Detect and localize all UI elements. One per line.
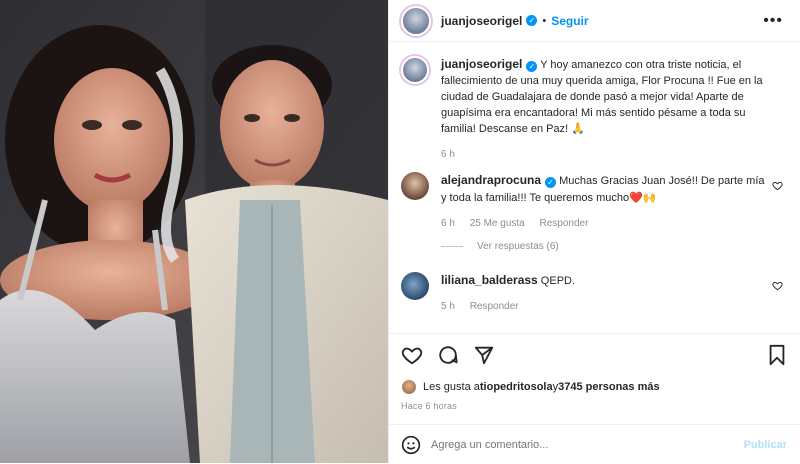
header-separator: • bbox=[542, 14, 547, 27]
emoji-icon[interactable] bbox=[401, 435, 421, 455]
post-actions: Les gusta a tiopedritosola y 3745 person… bbox=[389, 333, 800, 463]
caption-author-avatar[interactable] bbox=[401, 56, 429, 84]
commenter-username[interactable]: liliana_balderass bbox=[441, 273, 538, 287]
post-header: juanjoseorigel ✓ • Seguir ••• bbox=[389, 0, 800, 42]
comment-input[interactable] bbox=[431, 438, 731, 451]
view-replies-label[interactable]: Ver respuestas (6) bbox=[477, 241, 559, 252]
post-photo[interactable] bbox=[0, 0, 388, 463]
heart-icon[interactable] bbox=[772, 180, 783, 191]
post-caption: juanjoseorigel ✓ Y hoy amanezco con otra … bbox=[401, 56, 791, 163]
reply-button[interactable]: Responder bbox=[540, 218, 589, 229]
bookmark-icon[interactable] bbox=[767, 344, 787, 366]
post-window: juanjoseorigel ✓ • Seguir ••• juanjoseor… bbox=[0, 0, 800, 463]
more-icon[interactable]: ••• bbox=[763, 12, 783, 30]
comment-item: alejandraprocuna ✓ Muchas Gracias Juan Jo… bbox=[401, 172, 791, 232]
commenter-avatar[interactable] bbox=[401, 272, 429, 300]
comment-meta: 6 h 25 Me gusta Responder bbox=[441, 215, 771, 232]
commenter-avatar[interactable] bbox=[401, 172, 429, 200]
caption-time[interactable]: 6 h bbox=[441, 147, 781, 163]
liker-username[interactable]: tiopedritosola bbox=[480, 381, 553, 393]
comment-body: alejandraprocuna ✓ Muchas Gracias Juan Jo… bbox=[441, 172, 771, 232]
add-comment-bar: Publicar bbox=[389, 424, 800, 464]
likes-prefix: Les gusta a bbox=[423, 381, 480, 393]
verified-icon: ✓ bbox=[526, 15, 538, 26]
heart-icon[interactable] bbox=[772, 280, 783, 291]
verified-icon: ✓ bbox=[545, 177, 557, 188]
reply-button[interactable]: Responder bbox=[470, 301, 519, 312]
follow-button[interactable]: Seguir bbox=[551, 14, 588, 28]
caption-body: juanjoseorigel ✓ Y hoy amanezco con otra … bbox=[441, 56, 781, 163]
comment-body: liliana_balderass QEPD. 5 h Responder bbox=[441, 272, 771, 315]
comment-time[interactable]: 6 h bbox=[441, 218, 455, 229]
comment-likes[interactable]: 25 Me gusta bbox=[470, 218, 525, 229]
post-timestamp[interactable]: Hace 6 horas bbox=[401, 401, 457, 411]
likes-summary: Les gusta a tiopedritosola y 3745 person… bbox=[401, 379, 660, 395]
author-avatar[interactable] bbox=[401, 5, 431, 36]
post-side-panel: juanjoseorigel ✓ • Seguir ••• juanjoseor… bbox=[388, 0, 800, 463]
photo-illustration bbox=[0, 0, 388, 463]
comment-item: liliana_balderass QEPD. 5 h Responder bbox=[401, 272, 791, 315]
likes-count[interactable]: 3745 personas más bbox=[558, 381, 660, 393]
commenter-username[interactable]: alejandraprocuna bbox=[441, 173, 541, 187]
liker-avatar[interactable] bbox=[401, 379, 417, 395]
comment-text: QEPD. bbox=[540, 275, 576, 287]
action-icons bbox=[401, 344, 495, 366]
comment-meta: 5 h Responder bbox=[441, 298, 771, 315]
comment-time[interactable]: 5 h bbox=[441, 301, 455, 312]
caption-author-username[interactable]: juanjoseorigel bbox=[441, 57, 522, 71]
author-info: juanjoseorigel ✓ • Seguir bbox=[441, 14, 589, 28]
view-replies[interactable]: Ver respuestas (6) bbox=[441, 241, 559, 252]
author-username[interactable]: juanjoseorigel bbox=[441, 14, 522, 28]
publish-button[interactable]: Publicar bbox=[744, 439, 787, 451]
heart-icon[interactable] bbox=[401, 344, 423, 366]
comment-icon[interactable] bbox=[437, 344, 459, 366]
share-icon[interactable] bbox=[473, 344, 495, 366]
replies-divider bbox=[441, 246, 463, 247]
verified-icon: ✓ bbox=[526, 61, 538, 72]
